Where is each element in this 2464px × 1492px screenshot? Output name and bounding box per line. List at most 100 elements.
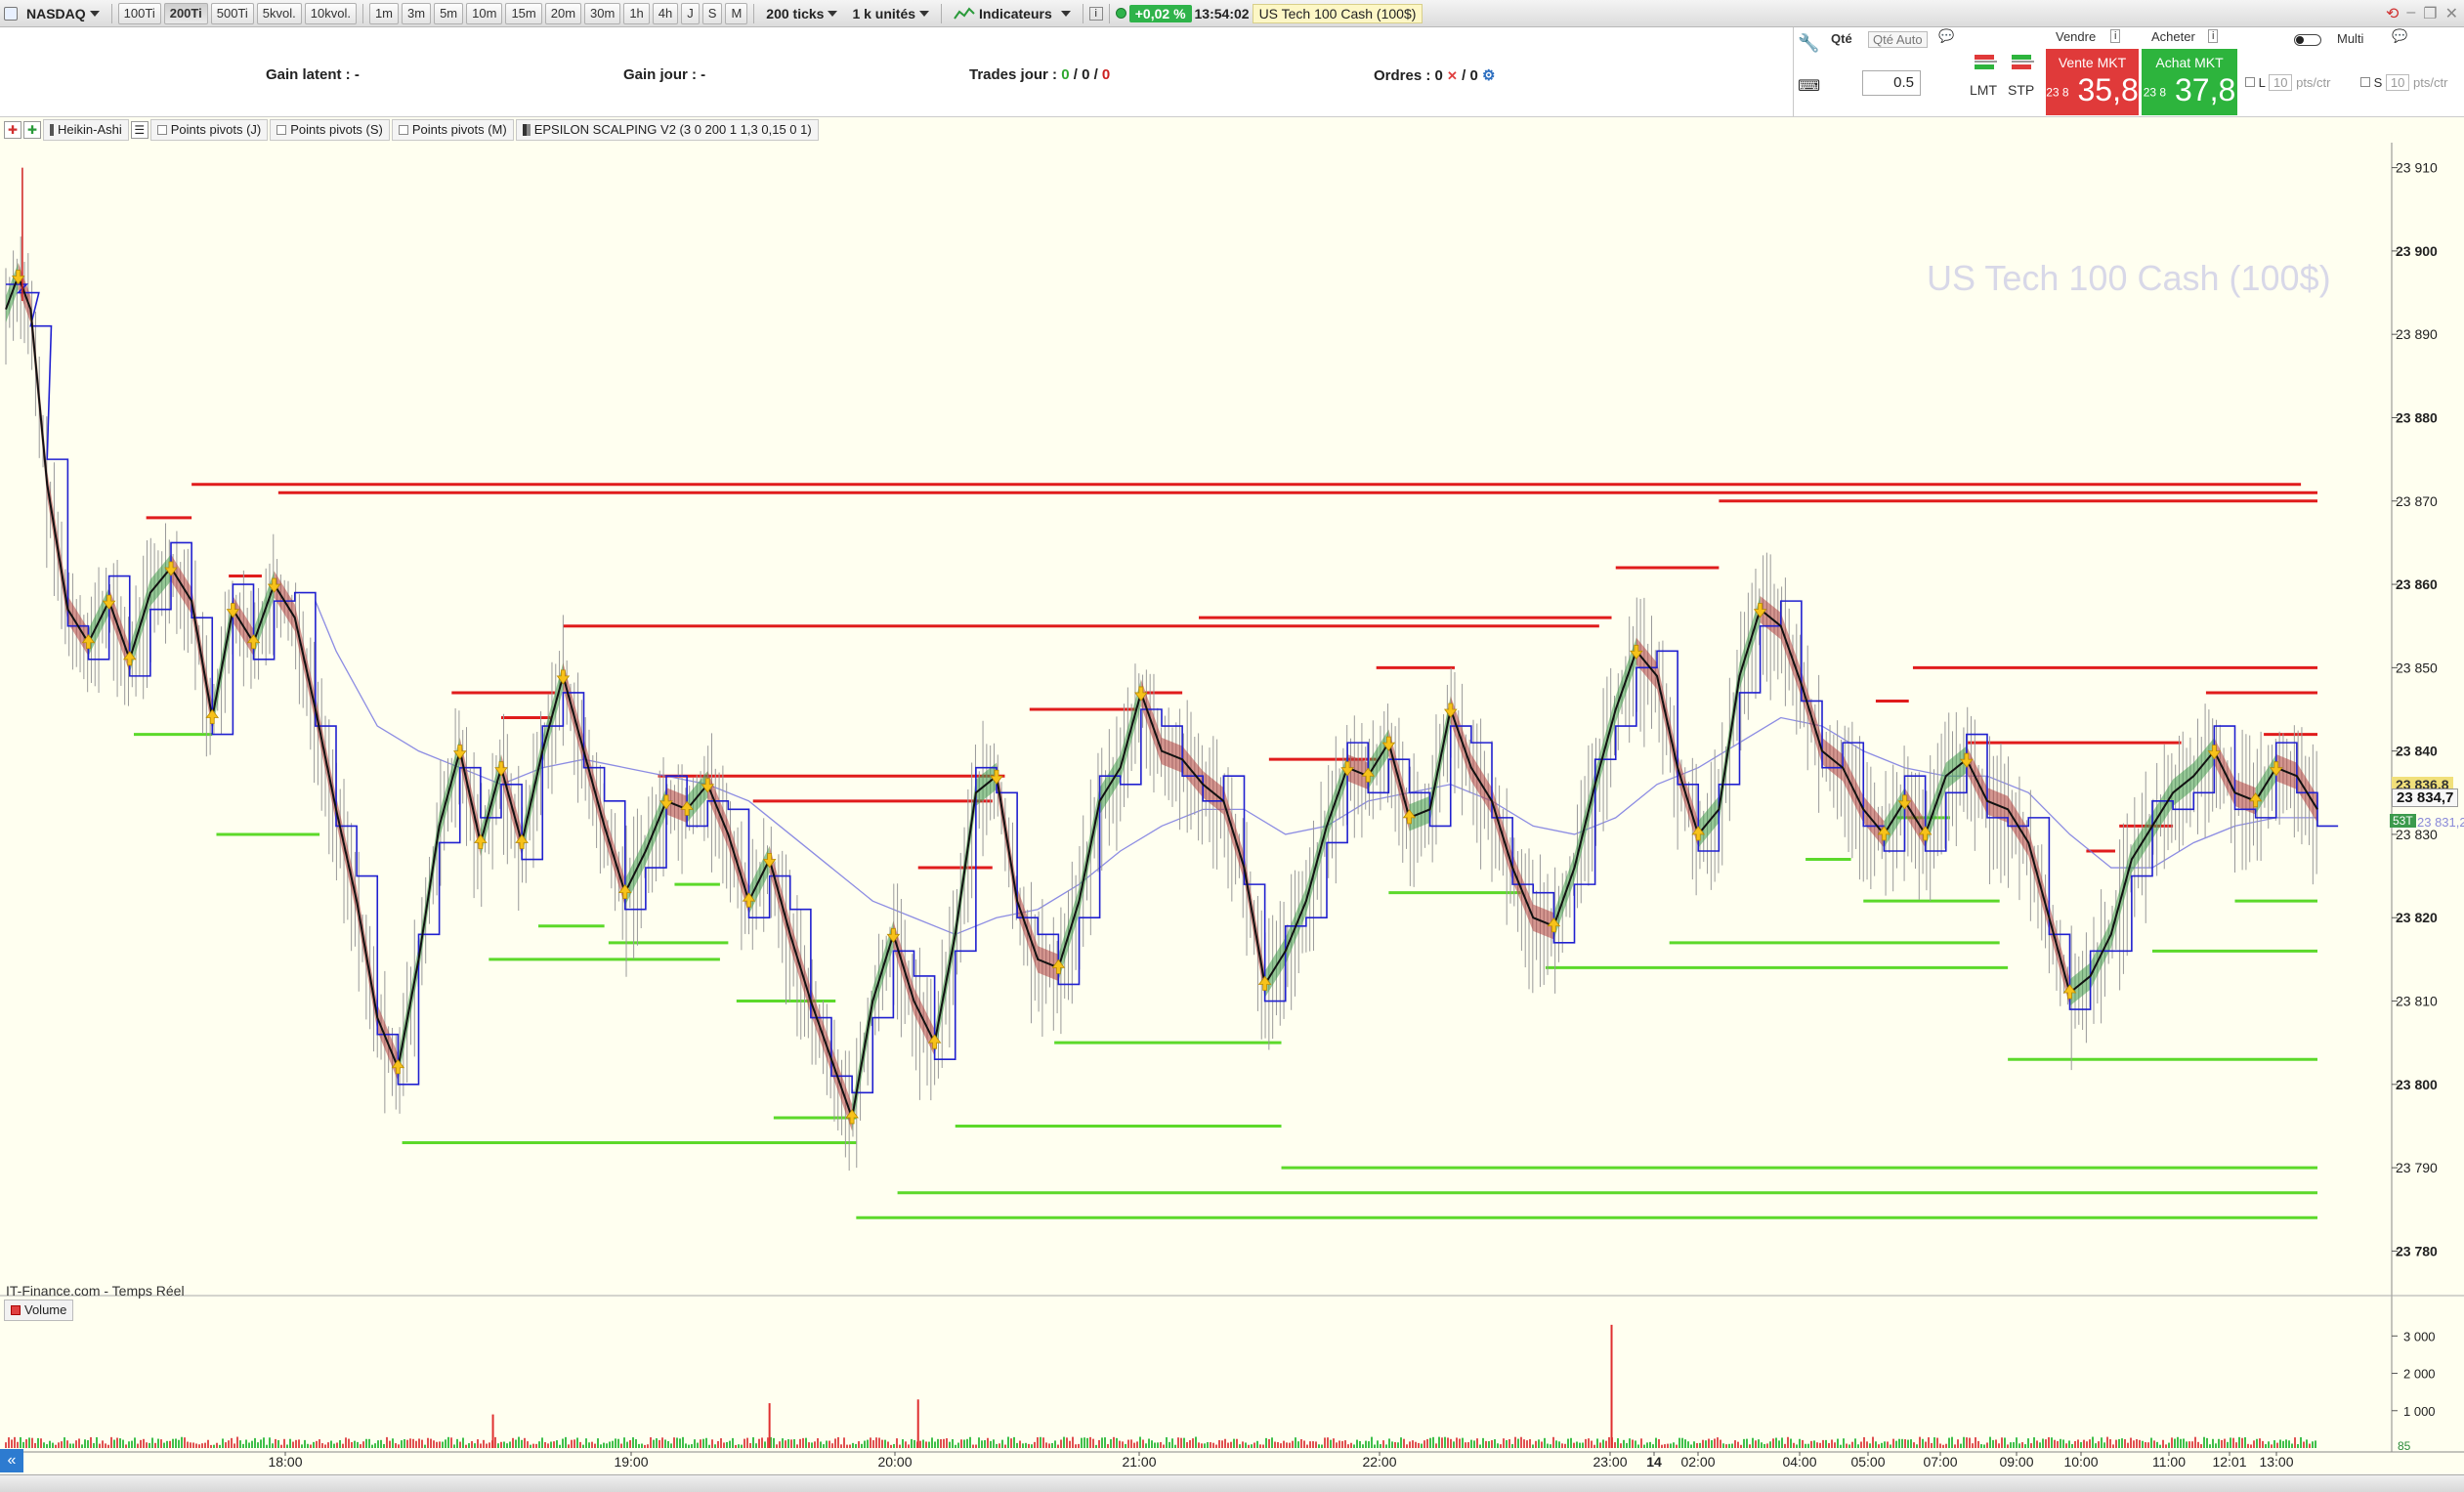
orders-cancel-icon[interactable]: ✕ — [1447, 68, 1458, 83]
indicator-pivots-m[interactable]: Points pivots (M) — [391, 119, 514, 141]
ticks-label: 200 ticks — [766, 5, 825, 21]
pivots-j-checkbox[interactable] — [156, 125, 167, 135]
orders-info: Ordres : 0 ✕ / 0 ⚙ — [1374, 66, 1495, 84]
chart-watermark: US Tech 100 Cash (100$) — [1927, 258, 2331, 298]
units-select[interactable]: 1 k unités — [846, 3, 935, 24]
chat-icon[interactable]: 💬 — [1938, 28, 1954, 44]
indicator-heikin-ashi[interactable]: Heikin-Ashi — [43, 119, 129, 141]
timeframe-button[interactable]: 1h — [623, 2, 650, 24]
price-tick-label: 23 880 — [2396, 409, 2438, 425]
list-icon[interactable]: ☰ — [130, 121, 149, 139]
toggle-switch-icon — [2294, 33, 2321, 46]
wrench-icon[interactable]: 🔧 — [1798, 33, 1819, 54]
chat-icon[interactable]: 💬 — [2392, 28, 2407, 44]
pivots-m-checkbox[interactable] — [398, 125, 408, 135]
change-percent: +0,02 % — [1128, 4, 1192, 22]
timeframe-button[interactable]: 15m — [505, 2, 542, 24]
ticks-select[interactable]: 200 ticks — [760, 3, 843, 24]
short-checkbox[interactable] — [2360, 77, 2370, 87]
sell-market-button[interactable]: Vente MKT 23 8 35,8 — [2046, 49, 2139, 115]
price-tick-label: 23 910 — [2396, 160, 2438, 176]
timeframe-button[interactable]: 1m — [368, 2, 400, 24]
move-indicator-icon[interactable]: ✚ — [23, 121, 41, 139]
time-tick-label: 04:00 — [1782, 1454, 1816, 1470]
pivots-s-checkbox[interactable] — [276, 125, 287, 135]
multi-toggle[interactable] — [2294, 31, 2321, 46]
tick-button[interactable]: 5kvol. — [256, 2, 302, 24]
separator — [1108, 3, 1110, 23]
qty-tab[interactable]: Qté Auto — [1868, 31, 1928, 48]
trades-win: 0 — [1061, 66, 1070, 83]
sell-header: Vendre — [2056, 29, 2097, 44]
orders-settings-icon[interactable]: ⚙ — [1482, 67, 1495, 84]
timeframe-button[interactable]: 10m — [466, 2, 503, 24]
sell-info-icon[interactable]: i — [2110, 29, 2121, 43]
time-tick-label: 19:00 — [614, 1454, 648, 1470]
market-label: NASDAQ — [26, 5, 86, 21]
tick-count-tag: 53T — [2390, 814, 2416, 829]
lower-price-tag: 23 831,2 — [2417, 815, 2464, 830]
indicator-epsilon[interactable]: EPSILON SCALPING V2 (3 0 200 1 1,3 0,15 … — [515, 119, 819, 141]
price-chart[interactable]: 23 910 23 900 23 890 23 880 23 870 23 860 23 8… — [0, 143, 2464, 1492]
indicators-icon — [954, 6, 975, 20]
limit-order-icon — [1975, 55, 1997, 69]
keyboard-icon[interactable]: ⌨ — [1798, 76, 1820, 96]
collapse-panel-button[interactable]: « — [0, 1449, 23, 1472]
timeframe-button[interactable]: M — [725, 2, 748, 24]
trades-label: Trades jour : — [969, 66, 1058, 83]
quantity-input[interactable]: 0.5 — [1862, 70, 1921, 96]
buy-price-value: 37,8 — [2174, 72, 2236, 107]
minimize-icon[interactable]: – — [2406, 4, 2415, 23]
close-icon[interactable]: ✕ — [2445, 4, 2458, 23]
gain-latent: Gain latent : - — [266, 66, 360, 83]
indicator-label: Points pivots (S) — [290, 122, 383, 137]
indicators-button[interactable]: Indicateurs — [948, 3, 1058, 24]
short-stop-row: S 10 pts/ctr — [2360, 74, 2447, 91]
orders-second: / 0 — [1462, 67, 1478, 84]
timeframe-button[interactable]: S — [701, 2, 723, 24]
market-select[interactable]: NASDAQ — [21, 3, 106, 24]
price-tick-label: 23 870 — [2396, 493, 2438, 509]
sell-prefix: 23 8 — [2046, 85, 2069, 100]
orders-label: Ordres : 0 — [1374, 67, 1443, 84]
long-points-input[interactable]: 10 — [2269, 74, 2293, 91]
indicator-label: Points pivots (J) — [170, 122, 262, 137]
stp-button[interactable] — [2009, 51, 2038, 79]
qty-label: Qté — [1831, 31, 1852, 46]
tick-button[interactable]: 200Ti — [163, 2, 208, 24]
timeframe-button[interactable]: J — [681, 2, 700, 24]
tick-button[interactable]: 10kvol. — [304, 2, 357, 24]
short-points-input[interactable]: 10 — [2385, 74, 2410, 91]
buy-header: Acheter — [2151, 29, 2195, 44]
tick-button[interactable]: 500Ti — [210, 2, 254, 24]
timeframe-button[interactable]: 5m — [434, 2, 464, 24]
timeframe-button[interactable]: 30m — [584, 2, 621, 24]
timeframe-button[interactable]: 4h — [652, 2, 679, 24]
refresh-icon[interactable]: ⟲ — [2386, 4, 2399, 23]
restore-icon[interactable]: ❐ — [2423, 4, 2437, 23]
timeframe-button[interactable]: 3m — [402, 2, 432, 24]
info-icon[interactable]: i — [1088, 6, 1103, 21]
connection-status-icon — [1115, 8, 1126, 19]
gain-jour: Gain jour : - — [623, 66, 706, 83]
indicator-pivots-s[interactable]: Points pivots (S) — [270, 119, 390, 141]
long-checkbox[interactable] — [2245, 77, 2255, 87]
indicator-bar: ✚ ✚ Heikin-Ashi ☰ Points pivots (J) Poin… — [0, 117, 2464, 143]
time-tick-label: 14 — [1646, 1454, 1662, 1470]
volume-indicator-chip[interactable]: Volume — [4, 1300, 74, 1321]
buy-market-button[interactable]: Achat MKT 23 8 37,8 — [2142, 49, 2237, 115]
units-label: 1 k unités — [852, 5, 916, 21]
add-indicator-icon[interactable]: ✚ — [4, 121, 21, 139]
chevron-down-icon[interactable] — [1060, 10, 1071, 17]
lmt-button[interactable] — [1972, 51, 2001, 79]
time-tick-label: 20:00 — [877, 1454, 912, 1470]
timeframe-button[interactable]: 20m — [544, 2, 582, 24]
chart-canvas[interactable]: 23 910 23 900 23 890 23 880 23 870 23 860 23 8… — [0, 143, 2464, 1474]
tick-button[interactable]: 100Ti — [117, 2, 161, 24]
buy-info-icon[interactable]: i — [2208, 29, 2219, 43]
chevron-down-icon — [919, 10, 930, 17]
time-tick-label: 22:00 — [1362, 1454, 1396, 1470]
price-tick-label: 23 780 — [2396, 1243, 2438, 1258]
indicator-pivots-j[interactable]: Points pivots (J) — [149, 119, 269, 141]
price-tick-label: 23 840 — [2396, 744, 2438, 759]
